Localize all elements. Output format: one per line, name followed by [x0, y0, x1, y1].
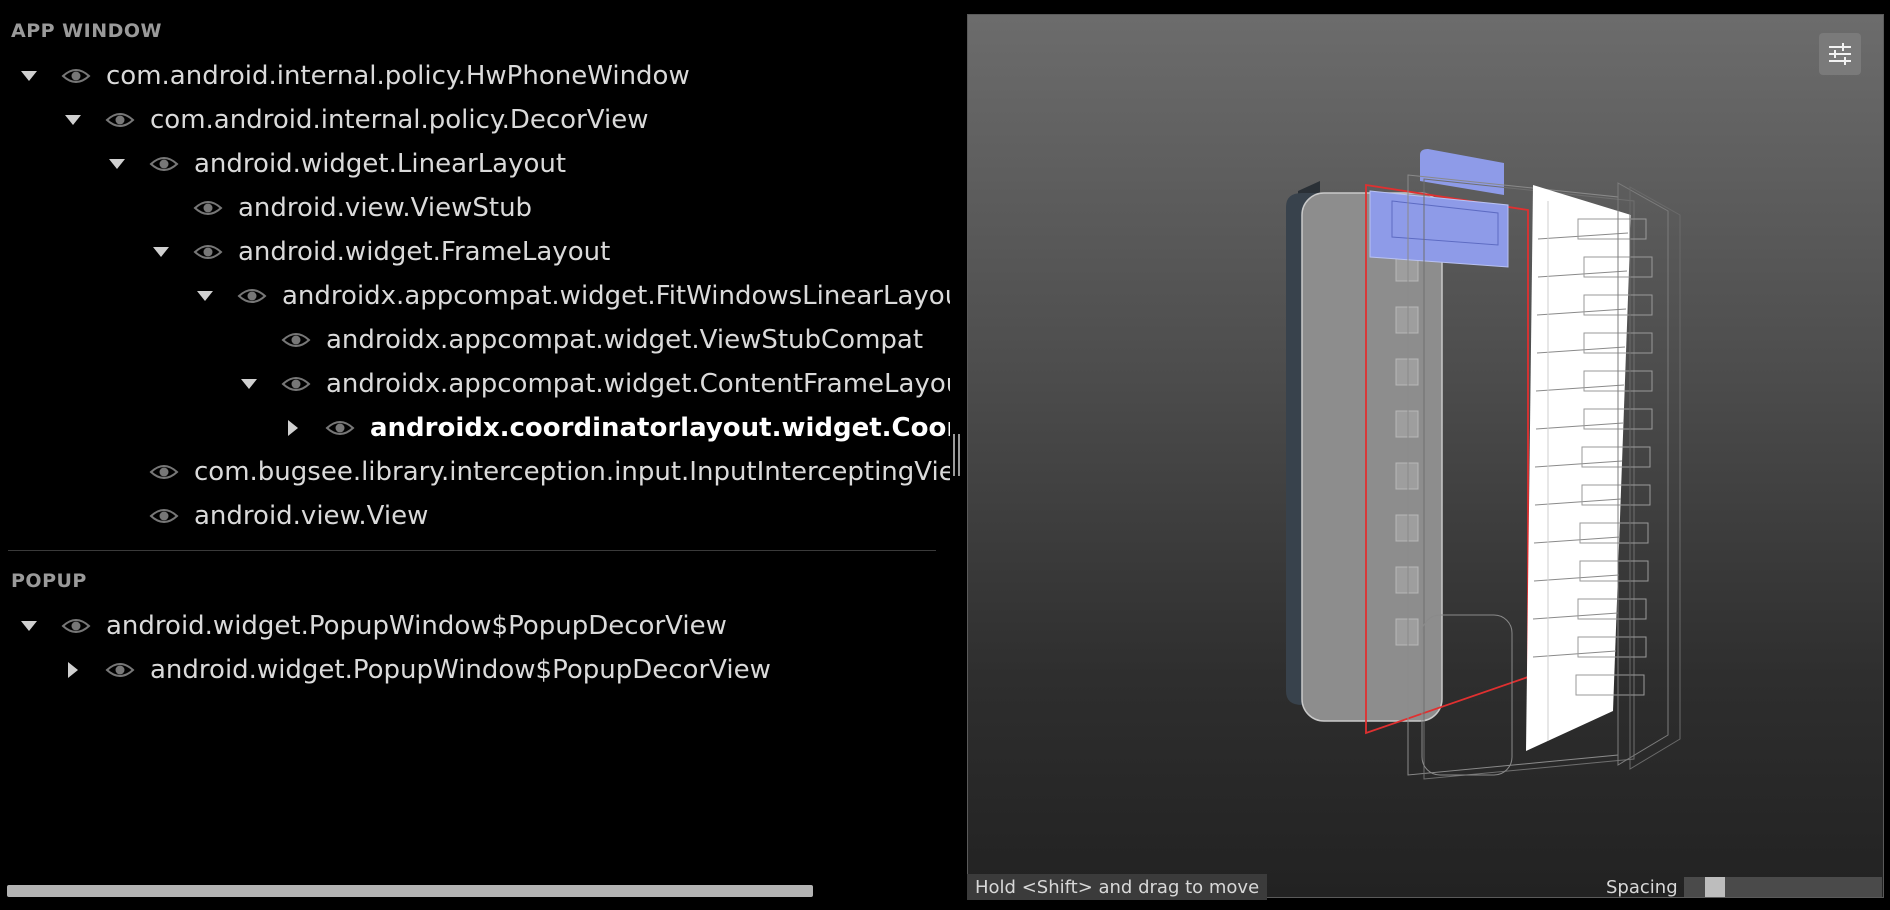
tree-node[interactable]: com.bugsee.library.interception.input.In…: [102, 452, 950, 492]
expand-toggle-icon[interactable]: [14, 61, 44, 91]
section-header-popup: POPUP: [11, 570, 87, 592]
visibility-eye-icon[interactable]: [58, 611, 94, 641]
drag-hint-text: Hold <Shift> and drag to move: [967, 874, 1268, 900]
horizontal-scrollbar-thumb[interactable]: [7, 885, 813, 897]
tree-node[interactable]: com.android.internal.policy.DecorView: [58, 100, 648, 140]
sliders-icon: [1829, 43, 1851, 65]
expand-toggle-icon[interactable]: [102, 149, 132, 179]
settings-button[interactable]: [1819, 33, 1861, 75]
visibility-eye-icon[interactable]: [190, 237, 226, 267]
spacing-label: Spacing: [1606, 876, 1678, 898]
view-hierarchy-panel: APP WINDOW com.android.internal.policy.H…: [0, 0, 950, 910]
tree-node[interactable]: android.widget.FrameLayout: [146, 232, 610, 272]
spacing-slider-thumb[interactable]: [1705, 877, 1725, 897]
tree-node-label: com.bugsee.library.interception.input.In…: [194, 457, 950, 487]
visibility-eye-icon[interactable]: [278, 325, 314, 355]
expand-toggle-icon[interactable]: [190, 281, 220, 311]
visibility-eye-icon[interactable]: [278, 369, 314, 399]
visibility-eye-icon[interactable]: [322, 413, 358, 443]
pane-splitter-handle[interactable]: [950, 434, 962, 476]
tree-node[interactable]: android.widget.PopupWindow$PopupDecorVie…: [58, 650, 771, 690]
tree-node-label: android.widget.LinearLayout: [194, 149, 567, 179]
device-face-layer: [1301, 192, 1443, 722]
toggle-spacer: [102, 457, 132, 487]
tree-node[interactable]: androidx.appcompat.widget.FitWindowsLine…: [190, 276, 950, 316]
visibility-eye-icon[interactable]: [146, 149, 182, 179]
expand-toggle-icon[interactable]: [234, 369, 264, 399]
tree-node-label: android.view.View: [194, 501, 429, 531]
visibility-eye-icon[interactable]: [190, 193, 226, 223]
white-panel-layer: [1526, 185, 1631, 751]
tree-node-label: android.view.ViewStub: [238, 193, 533, 223]
collapse-toggle-icon[interactable]: [58, 655, 88, 685]
toggle-spacer: [146, 193, 176, 223]
visibility-eye-icon[interactable]: [146, 501, 182, 531]
tree-node[interactable]: android.view.ViewStub: [146, 188, 532, 228]
spacing-slider[interactable]: [1684, 877, 1882, 897]
tree-node[interactable]: androidx.appcompat.widget.ViewStubCompat: [234, 320, 923, 360]
visibility-eye-icon[interactable]: [102, 105, 138, 135]
section-divider: [8, 550, 936, 551]
tree-node[interactable]: androidx.appcompat.widget.ContentFrameLa…: [234, 364, 950, 404]
visibility-eye-icon[interactable]: [58, 61, 94, 91]
collapse-toggle-icon[interactable]: [278, 413, 308, 443]
tree-node-label: com.android.internal.policy.DecorView: [150, 105, 649, 135]
tree-node[interactable]: android.widget.LinearLayout: [102, 144, 566, 184]
tree-node-label: androidx.coordinatorlayout.widget.Coordi…: [370, 413, 950, 443]
tree-node-label: androidx.appcompat.widget.FitWindowsLine…: [282, 281, 950, 311]
tree-node-label: android.widget.FrameLayout: [238, 237, 611, 267]
tree-node[interactable]: com.android.internal.policy.HwPhoneWindo…: [14, 56, 690, 96]
toggle-spacer: [102, 501, 132, 531]
toggle-spacer: [234, 325, 264, 355]
tree-node-label: androidx.appcompat.widget.ContentFrameLa…: [326, 369, 950, 399]
tree-node-label: android.widget.PopupWindow$PopupDecorVie…: [150, 655, 771, 685]
visibility-eye-icon[interactable]: [102, 655, 138, 685]
layer-3d-viewport[interactable]: [967, 14, 1884, 898]
layer-3d-model[interactable]: [968, 15, 1883, 897]
expand-toggle-icon[interactable]: [14, 611, 44, 641]
tree-node-label: androidx.appcompat.widget.ViewStubCompat: [326, 325, 924, 355]
status-bar-layer: [1420, 149, 1504, 195]
tree-node-label: com.android.internal.policy.HwPhoneWindo…: [106, 61, 690, 91]
section-header-app-window: APP WINDOW: [11, 20, 162, 42]
toolbar-layer: [1369, 190, 1509, 268]
tree-node-label: android.widget.PopupWindow$PopupDecorVie…: [106, 611, 727, 641]
visibility-eye-icon[interactable]: [146, 457, 182, 487]
visibility-eye-icon[interactable]: [234, 281, 270, 311]
tree-node[interactable]: androidx.coordinatorlayout.widget.Coordi…: [278, 408, 950, 448]
tree-node[interactable]: android.view.View: [102, 496, 428, 536]
expand-toggle-icon[interactable]: [58, 105, 88, 135]
expand-toggle-icon[interactable]: [146, 237, 176, 267]
tree-node[interactable]: android.widget.PopupWindow$PopupDecorVie…: [14, 606, 727, 646]
